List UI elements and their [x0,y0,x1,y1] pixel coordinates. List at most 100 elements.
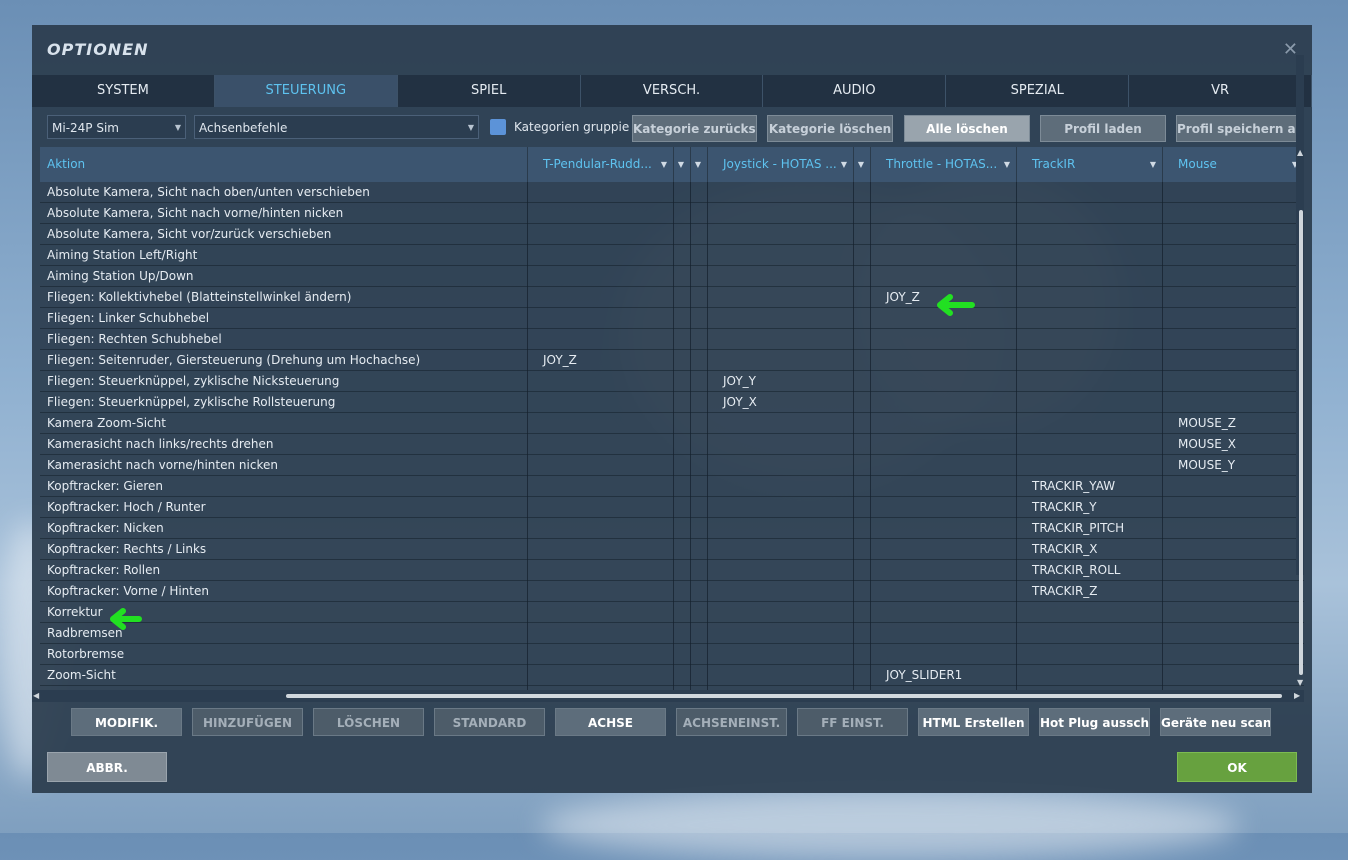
header-narrow-1[interactable]: ▼ [673,147,690,182]
header-narrow-3[interactable]: ▼ [853,147,870,182]
chevron-down-icon[interactable]: ▼ [695,147,701,182]
aircraft-select[interactable]: Mi-24P Sim ▼ [47,115,186,139]
table-row[interactable]: Fliegen: Rechten Schubhebel [40,329,1304,350]
binding-cell-joystick[interactable]: JOY_Y [723,371,756,391]
background-cloud [540,790,1240,860]
binding-cell-throttle[interactable]: JOY_Z [886,287,920,307]
binding-cell-throttle[interactable]: JOY_SLIDER1 [886,665,962,685]
scroll-up-icon[interactable]: ▲ [1297,148,1303,157]
table-row[interactable]: Aiming Station Up/Down [40,266,1304,287]
tab-audio[interactable]: AUDIO [763,75,947,107]
scroll-right-icon[interactable]: ▶ [1294,691,1300,700]
binding-cell-trackir[interactable]: TRACKIR_PITCH [1032,518,1124,538]
axis-button[interactable]: ACHSE [555,708,666,736]
header-action[interactable]: Aktion [40,147,527,182]
chevron-down-icon[interactable]: ▼ [1004,147,1010,182]
row-action-label: Aiming Station Left/Right [47,248,198,262]
row-action-label: Fliegen: Kollektivhebel (Blatteinstellwi… [47,290,352,304]
table-row[interactable]: Fliegen: Kollektivhebel (Blatteinstellwi… [40,287,1304,308]
header-label: TrackIR [1032,157,1076,171]
scroll-down-icon[interactable]: ▼ [1297,678,1303,687]
table-row[interactable]: Kamera Zoom-Sicht MOUSE_Z [40,413,1304,434]
ff-tune-button[interactable]: FF EINST. [797,708,908,736]
cancel-button[interactable]: ABBR. [47,752,167,782]
table-row[interactable]: Kamerasicht nach links/rechts drehen MOUS… [40,434,1304,455]
ok-button[interactable]: OK [1177,752,1297,782]
chevron-down-icon[interactable]: ▼ [858,147,864,182]
binding-cell-trackir[interactable]: TRACKIR_YAW [1032,476,1115,496]
axis-tune-button[interactable]: ACHSENEINST. [676,708,787,736]
tab-system[interactable]: SYSTEM [32,75,215,107]
table-row[interactable]: Kopftracker: Rollen TRACKIR_ROLL [40,560,1304,581]
table-row[interactable]: Kopftracker: Vorne / Hinten TRACKIR_Z [40,581,1304,602]
binding-cell-trackir[interactable]: TRACKIR_X [1032,539,1098,559]
button-label: ACHSENEINST. [682,716,781,730]
table-row[interactable]: Korrektur [40,602,1304,623]
header-label: Joystick - HOTAS ... [723,157,837,171]
table-row[interactable]: Absolute Kamera, Sicht vor/zurück versch… [40,224,1304,245]
table-row[interactable]: Kopftracker: Nicken TRACKIR_PITCH [40,518,1304,539]
table-row[interactable]: Absolute Kamera, Sicht nach vorne/hinten… [40,203,1304,224]
binding-cell-joystick[interactable]: JOY_X [723,392,757,412]
chevron-down-icon[interactable]: ▼ [661,147,667,182]
row-action-label: Aiming Station Up/Down [47,269,194,283]
tab-versch[interactable]: VERSCH. [580,75,764,107]
tab-steuerung[interactable]: STEUERUNG [214,75,398,107]
table-row[interactable]: Aiming Station Left/Right [40,245,1304,266]
rescan-devices-button[interactable]: Geräte neu scannen [1160,708,1271,736]
table-row[interactable]: Kopftracker: Gieren TRACKIR_YAW [40,476,1304,497]
load-profile-button[interactable]: Profil laden [1040,115,1166,142]
clear-category-button[interactable]: Kategorie löschen [767,115,893,142]
save-profile-as-button[interactable]: Profil speichern als [1176,115,1302,142]
binding-cell-trackir[interactable]: TRACKIR_Y [1032,497,1097,517]
vertical-scroll-thumb[interactable] [1299,210,1303,675]
modify-button[interactable]: MODIFIK. [71,708,182,736]
category-select[interactable]: Achsenbefehle ▼ [194,115,479,139]
reset-category-button[interactable]: Kategorie zurücksetzen [632,115,757,142]
header-joystick[interactable]: Joystick - HOTAS ... ▼ [707,147,853,182]
row-action-label: Absolute Kamera, Sicht nach oben/unten v… [47,185,370,199]
table-row[interactable]: Rotorbremse [40,644,1304,665]
table-row[interactable]: Kopftracker: Rechts / Links TRACKIR_X [40,539,1304,560]
header-mouse[interactable]: Mouse ▼ [1162,147,1304,182]
clear-all-button[interactable]: Alle löschen [904,115,1030,142]
header-rudder[interactable]: T-Pendular-Rudd... ▼ [527,147,673,182]
row-action-label: Fliegen: Steuerknüppel, zyklische Nickst… [47,374,340,388]
button-label: MODIFIK. [94,716,159,730]
table-row[interactable]: Absolute Kamera, Sicht nach oben/unten v… [40,182,1304,203]
category-select-value: Achsenbefehle [199,121,288,135]
table-row[interactable]: Kopftracker: Hoch / Runter TRACKIR_Y [40,497,1304,518]
binding-cell-trackir[interactable]: TRACKIR_Z [1032,581,1098,601]
table-row[interactable]: Fliegen: Linker Schubhebel [40,308,1304,329]
chevron-down-icon[interactable]: ▼ [1150,147,1156,182]
table-row[interactable]: Zoom-Sicht JOY_SLIDER1 [40,665,1304,686]
table-row[interactable]: Kamerasicht nach vorne/hinten nicken MOUS… [40,455,1304,476]
header-trackir[interactable]: TrackIR ▼ [1016,147,1162,182]
tab-spiel[interactable]: SPIEL [397,75,581,107]
binding-cell-mouse[interactable]: MOUSE_X [1178,434,1236,454]
header-throttle[interactable]: Throttle - HOTAS... ▼ [870,147,1016,182]
group-categories-checkbox[interactable] [490,119,506,135]
delete-button[interactable]: LÖSCHEN [313,708,424,736]
binding-cell-rudder[interactable]: JOY_Z [543,350,577,370]
horizontal-scroll-thumb[interactable] [286,694,1282,698]
header-narrow-2[interactable]: ▼ [690,147,707,182]
hot-plug-button[interactable]: Hot Plug ausschalten [1039,708,1150,736]
default-button[interactable]: STANDARD [434,708,545,736]
table-row[interactable]: Fliegen: Steuerknüppel, zyklische Rollst… [40,392,1304,413]
horizontal-scrollbar[interactable]: ◀ ▶ [32,690,1304,702]
chevron-down-icon[interactable]: ▼ [678,147,684,182]
table-row[interactable]: Radbremsen [40,623,1304,644]
binding-cell-mouse[interactable]: MOUSE_Y [1178,455,1235,475]
make-html-button[interactable]: HTML Erstellen [918,708,1029,736]
add-button[interactable]: HINZUFÜGEN [192,708,303,736]
binding-cell-trackir[interactable]: TRACKIR_ROLL [1032,560,1120,580]
table-row[interactable]: Fliegen: Seitenruder, Giersteuerung (Dre… [40,350,1304,371]
chevron-down-icon[interactable]: ▼ [841,147,847,182]
button-label: Geräte neu scannen [1161,716,1271,730]
table-row[interactable]: Fliegen: Steuerknüppel, zyklische Nickst… [40,371,1304,392]
binding-cell-mouse[interactable]: MOUSE_Z [1178,413,1236,433]
tab-vr[interactable]: VR [1129,75,1313,107]
scroll-left-icon[interactable]: ◀ [33,691,39,700]
tab-spezial[interactable]: SPEZIAL [946,75,1130,107]
